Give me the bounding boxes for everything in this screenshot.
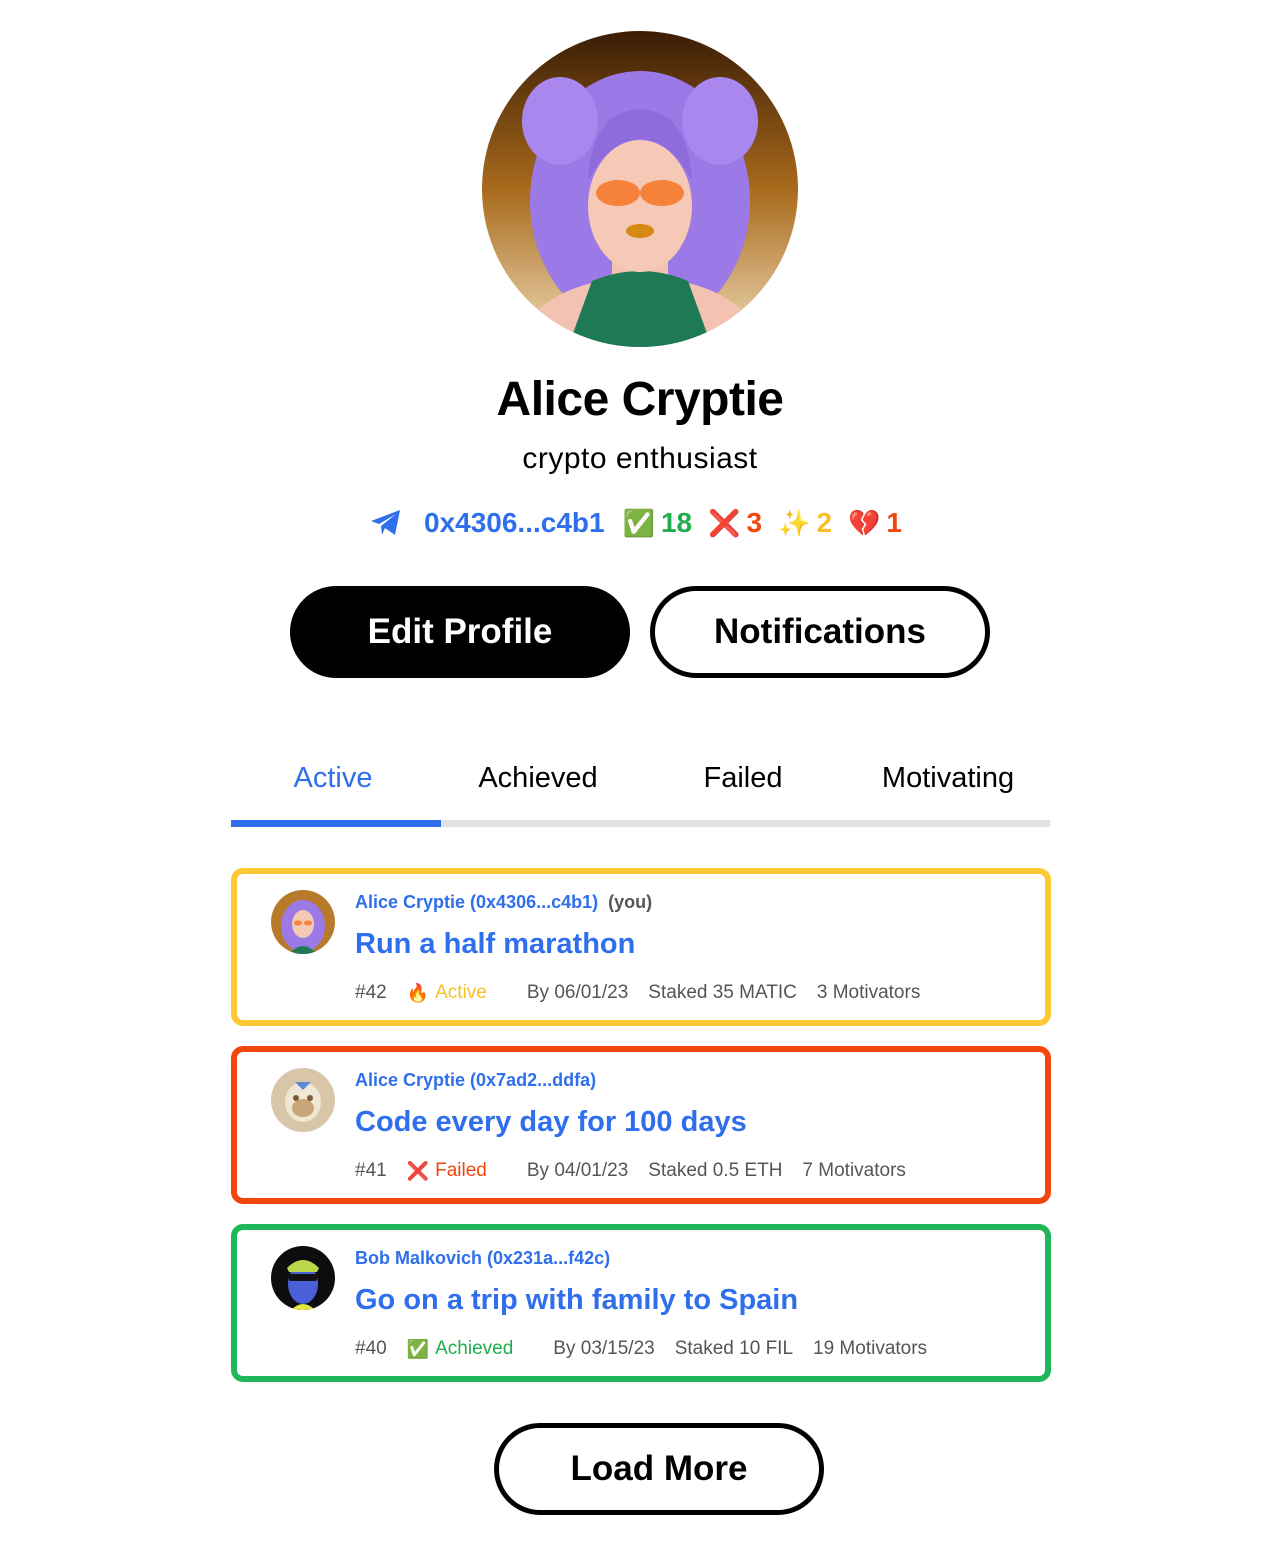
stat-broken-value: 1: [886, 507, 902, 538]
goal-card[interactable]: Alice Cryptie (0x7ad2...ddfa) Code every…: [231, 1046, 1051, 1204]
stat-achieved-value: 18: [660, 507, 693, 538]
goal-meta: #41 ❌ Failed By 04/01/23 Staked 0.5 ETH …: [355, 1160, 926, 1182]
stat-failed-value: 3: [746, 507, 763, 538]
goal-deadline: By 06/01/23: [526, 982, 629, 1003]
tab-achieved[interactable]: Achieved: [436, 748, 640, 808]
goal-author-name[interactable]: Alice Cryptie (0x4306...c4b1): [355, 892, 598, 912]
goal-title[interactable]: Run a half marathon: [355, 928, 635, 961]
goal-meta: #40 ✅ Achieved By 03/15/23 Staked 10 FIL…: [355, 1338, 947, 1360]
tab-failed[interactable]: Failed: [641, 748, 845, 808]
goal-number: #42: [355, 982, 387, 1003]
goal-number: #41: [355, 1160, 387, 1181]
author-avatar[interactable]: [271, 1068, 335, 1132]
notifications-button[interactable]: Notifications: [650, 586, 990, 678]
stat-motivating: ✨ 2: [778, 507, 832, 539]
profile-name: Alice Cryptie: [496, 373, 784, 426]
goal-card[interactable]: Bob Malkovich (0x231a...f42c) Go on a tr…: [231, 1224, 1051, 1382]
profile-avatar: [482, 31, 798, 347]
goal-tabs: Active Achieved Failed Motivating: [231, 748, 1050, 828]
goal-author[interactable]: Bob Malkovich (0x231a...f42c): [355, 1248, 610, 1269]
edit-profile-button[interactable]: Edit Profile: [290, 586, 630, 678]
stat-achieved: ✅ 18: [623, 507, 693, 539]
goal-status-label: Active: [435, 982, 487, 1003]
goal-stake: Staked 10 FIL: [674, 1338, 794, 1359]
sparkles-icon: ✨: [778, 507, 811, 538]
author-avatar[interactable]: [271, 890, 335, 954]
goal-status-label: Achieved: [435, 1338, 514, 1359]
goal-stake: Staked 0.5 ETH: [648, 1160, 783, 1181]
cross-icon: ❌: [406, 1160, 430, 1181]
goal-author[interactable]: Alice Cryptie (0x4306...c4b1) (you): [355, 892, 652, 913]
goal-status: ✅ Achieved: [407, 1338, 534, 1360]
tab-active[interactable]: Active: [231, 748, 435, 808]
goal-motivators: 7 Motivators: [802, 1160, 906, 1181]
goal-deadline: By 03/15/23: [553, 1338, 655, 1359]
fire-icon: 🔥: [406, 982, 430, 1003]
goal-motivators: 19 Motivators: [813, 1338, 928, 1359]
telegram-icon[interactable]: [370, 509, 402, 537]
cross-icon: ❌: [708, 507, 741, 538]
goal-card[interactable]: Alice Cryptie (0x4306...c4b1) (you) Run a…: [231, 868, 1051, 1026]
stat-failed: ❌ 3: [708, 507, 762, 539]
goal-author[interactable]: Alice Cryptie (0x7ad2...ddfa): [355, 1070, 596, 1091]
goal-deadline: By 04/01/23: [526, 1160, 629, 1181]
broken-heart-icon: 💔: [848, 507, 881, 538]
tab-indicator: [231, 820, 441, 827]
load-more-button[interactable]: Load More: [494, 1423, 824, 1515]
goal-status-label: Failed: [435, 1160, 487, 1181]
profile-bio: crypto enthusiast: [522, 442, 758, 475]
goal-status: 🔥 Active: [407, 982, 507, 1004]
check-icon: ✅: [622, 507, 655, 538]
goal-meta: #42 🔥 Active By 06/01/23 Staked 35 MATIC…: [355, 982, 940, 1004]
author-avatar[interactable]: [271, 1246, 335, 1310]
check-icon: ✅: [406, 1338, 430, 1359]
goal-title[interactable]: Go on a trip with family to Spain: [355, 1284, 798, 1317]
goal-status: ❌ Failed: [407, 1160, 507, 1182]
goal-stake: Staked 35 MATIC: [648, 982, 797, 1003]
goal-title[interactable]: Code every day for 100 days: [355, 1106, 747, 1139]
tab-motivating[interactable]: Motivating: [846, 748, 1050, 808]
stat-broken: 💔 1: [848, 507, 902, 539]
profile-stats: 0x4306...c4b1 ✅ 18 ❌ 3 ✨ 2 💔 1: [0, 500, 1280, 546]
stat-motivating-value: 2: [816, 507, 833, 538]
wallet-address-link[interactable]: 0x4306...c4b1: [424, 507, 605, 539]
goal-motivators: 3 Motivators: [816, 982, 921, 1003]
goal-number: #40: [355, 1338, 387, 1359]
you-label: (you): [608, 892, 653, 912]
